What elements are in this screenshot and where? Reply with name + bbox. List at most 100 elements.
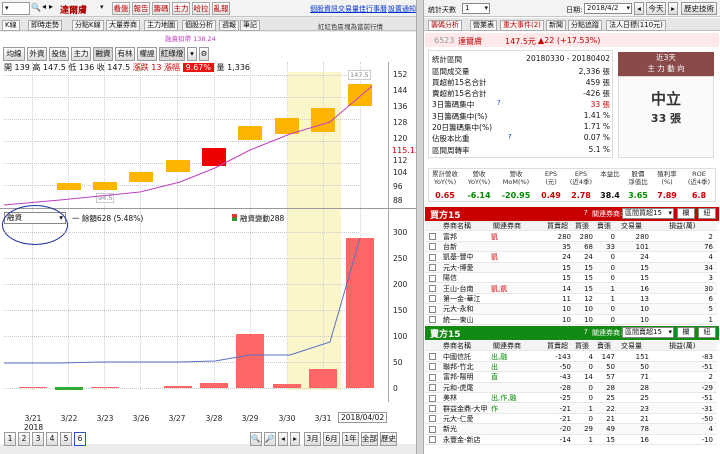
sell-cell: 151 <box>635 352 649 361</box>
sell-cell[interactable]: 元和-虎尾 <box>443 383 489 393</box>
next-date-icon[interactable]: ▸ <box>668 2 678 15</box>
zoom-in-icon[interactable]: 🔎 <box>264 432 276 446</box>
tab-business[interactable]: 營業表 <box>470 20 497 31</box>
sell-cell[interactable]: 群益金鼎-大甲 <box>443 404 489 414</box>
today-button[interactable]: 今天 <box>646 2 666 15</box>
year-label: 2018 <box>24 423 44 432</box>
range-6m-button[interactable]: 6月 <box>323 432 340 446</box>
tab-branch-track[interactable]: 分點追蹤 <box>568 20 602 31</box>
sell-row[interactable]: 聯邦-竹北出 -50 0 50 50 -51 <box>425 361 717 373</box>
sell-cell[interactable]: 聯邦-竹北 <box>443 362 489 372</box>
date-3-30: 3/30 <box>278 414 296 423</box>
tab-chip-analysis[interactable]: 籌碼分析 <box>428 20 462 31</box>
sell-row[interactable]: 富邦-陽明直 -43 14 57 71 2 <box>425 372 717 383</box>
buy-row[interactable]: 台新 35 68 33 101 76 <box>425 241 717 253</box>
page-5-button[interactable]: 5 <box>60 432 72 446</box>
buy-row[interactable]: 王山-台南 凱,凱 14 15 1 16 30 <box>425 283 717 294</box>
sell-row[interactable]: 永豐金-新店 -14 1 15 16 -10 <box>425 435 717 446</box>
range-all-button[interactable]: 全部 <box>361 432 378 446</box>
date-input[interactable]: 2018/4/2 ▾ <box>584 3 632 14</box>
sell-cell: 直 <box>491 373 498 382</box>
row-checkbox[interactable] <box>429 436 436 444</box>
date-3-23: 3/23 <box>96 414 114 423</box>
buy-cell[interactable]: 王山-台南 <box>443 284 489 294</box>
row-checkbox[interactable] <box>429 316 436 324</box>
sell-btn-columns[interactable]: 欄 <box>677 327 695 338</box>
help-icon[interactable]: ? <box>497 99 501 107</box>
row-checkbox[interactable] <box>429 305 436 313</box>
page-2-button[interactable]: 2 <box>18 432 30 446</box>
buy-cell[interactable]: 富邦 <box>443 232 489 242</box>
sell-cell[interactable]: 元大-仁愛 <box>443 414 489 424</box>
row-checkbox[interactable] <box>429 285 436 292</box>
row-checkbox[interactable] <box>429 394 436 402</box>
scroll-left-icon[interactable]: ◂ <box>278 432 288 446</box>
buy-row[interactable]: 凱基-豐中凱 24 24 0 24 4 <box>425 252 717 263</box>
help-icon[interactable]: ? <box>508 133 512 141</box>
help-icon[interactable]: ? <box>584 209 588 217</box>
page-4-button[interactable]: 4 <box>46 432 58 446</box>
buy-cell[interactable]: 第一金-華江 <box>443 294 489 304</box>
row-checkbox[interactable] <box>429 353 436 360</box>
row-checkbox[interactable] <box>429 243 436 251</box>
buy-btn-other[interactable]: 紐 <box>698 208 716 219</box>
buy-cell[interactable]: 凱基-豐中 <box>443 252 489 262</box>
sell-cell[interactable]: 中國信託 <box>443 352 489 362</box>
sell-row[interactable]: 新光 -20 29 49 78 4 <box>425 424 717 435</box>
lower-axis-100: 100 <box>393 332 408 341</box>
range-history-button[interactable]: 歷史 <box>380 432 397 446</box>
help-icon[interactable]: ? <box>584 328 588 336</box>
tab-news[interactable]: 新聞 <box>546 20 566 31</box>
range-1y-button[interactable]: 1年 <box>342 432 359 446</box>
sell-row[interactable]: 元和-虎尾 -28 0 28 28 -29 <box>425 382 717 394</box>
sell-btn-other[interactable]: 紐 <box>698 327 716 338</box>
sell-cell[interactable]: 富邦-陽明 <box>443 372 489 382</box>
prev-date-icon[interactable]: ◂ <box>634 2 644 15</box>
sell-cell: 4 <box>708 425 713 434</box>
buy-row[interactable]: 元大-永和 10 10 0 10 5 <box>425 304 717 315</box>
scroll-right-icon[interactable]: ▸ <box>290 432 300 446</box>
sell-select[interactable]: 區間賣超15 ▾ <box>622 327 674 338</box>
buy-cell[interactable]: 陽信 <box>443 273 489 283</box>
tab-major-events[interactable]: 重大事件(2) <box>500 20 544 31</box>
buy-row[interactable]: 元大-博愛 15 15 0 15 34 <box>425 262 717 274</box>
sell-row[interactable]: 美林 出,作,融 -25 0 25 25 -51 <box>425 393 717 404</box>
panel-splitter[interactable] <box>416 0 424 454</box>
buy-cell[interactable]: 元大-永和 <box>443 304 489 314</box>
sell-cell: 4 <box>588 352 593 361</box>
row-checkbox[interactable] <box>429 264 436 272</box>
page-1-button[interactable]: 1 <box>4 432 16 446</box>
sell-cell[interactable]: 美林 <box>443 393 489 403</box>
page-6-button[interactable]: 6 <box>74 432 86 446</box>
row-checkbox[interactable] <box>429 373 436 381</box>
sell-cell[interactable]: 永豐金-新店 <box>443 435 489 445</box>
row-checkbox[interactable] <box>429 363 436 371</box>
history-tech-button[interactable]: 歷史技術 <box>681 2 717 15</box>
buy-cell[interactable]: 元大-博愛 <box>443 263 489 273</box>
row-checkbox[interactable] <box>429 415 436 423</box>
range-3m-button[interactable]: 3月 <box>304 432 321 446</box>
sell-row[interactable]: 群益金鼎-大甲作 -21 1 22 23 -31 <box>425 403 717 414</box>
row-checkbox[interactable] <box>429 384 436 392</box>
days-select[interactable]: 1 ▾ <box>462 3 490 14</box>
buy-btn-columns[interactable]: 欄 <box>677 208 695 219</box>
tab-target[interactable]: 法人日標(110元) <box>606 20 666 31</box>
row-checkbox[interactable] <box>429 233 436 240</box>
buy-row[interactable]: 陽信 15 15 0 15 3 <box>425 273 717 284</box>
buy-cell[interactable]: 台新 <box>443 242 489 252</box>
buy-select[interactable]: 區間買超15 ▾ <box>622 208 674 219</box>
row-checkbox[interactable] <box>429 253 436 261</box>
sell-row[interactable]: 中國信託 出,融 -143 4 147 151 -83 <box>425 352 717 362</box>
page-3-button[interactable]: 3 <box>32 432 44 446</box>
row-checkbox[interactable] <box>429 425 436 433</box>
buy-row[interactable]: 富邦凱 280 280 0 280 2 <box>425 232 717 242</box>
buy-cell[interactable]: 統一-東山 <box>443 315 489 325</box>
row-checkbox[interactable] <box>429 274 436 282</box>
zoom-out-icon[interactable]: 🔍 <box>250 432 262 446</box>
row-checkbox[interactable] <box>429 405 436 412</box>
buy-row[interactable]: 統一-東山 10 10 0 10 1 <box>425 315 717 326</box>
buy-row[interactable]: 第一金-華江 11 12 1 13 6 <box>425 294 717 305</box>
sell-cell[interactable]: 新光 <box>443 424 489 434</box>
sell-row[interactable]: 元大-仁愛 -21 0 21 21 -50 <box>425 414 717 425</box>
row-checkbox[interactable] <box>429 295 436 303</box>
